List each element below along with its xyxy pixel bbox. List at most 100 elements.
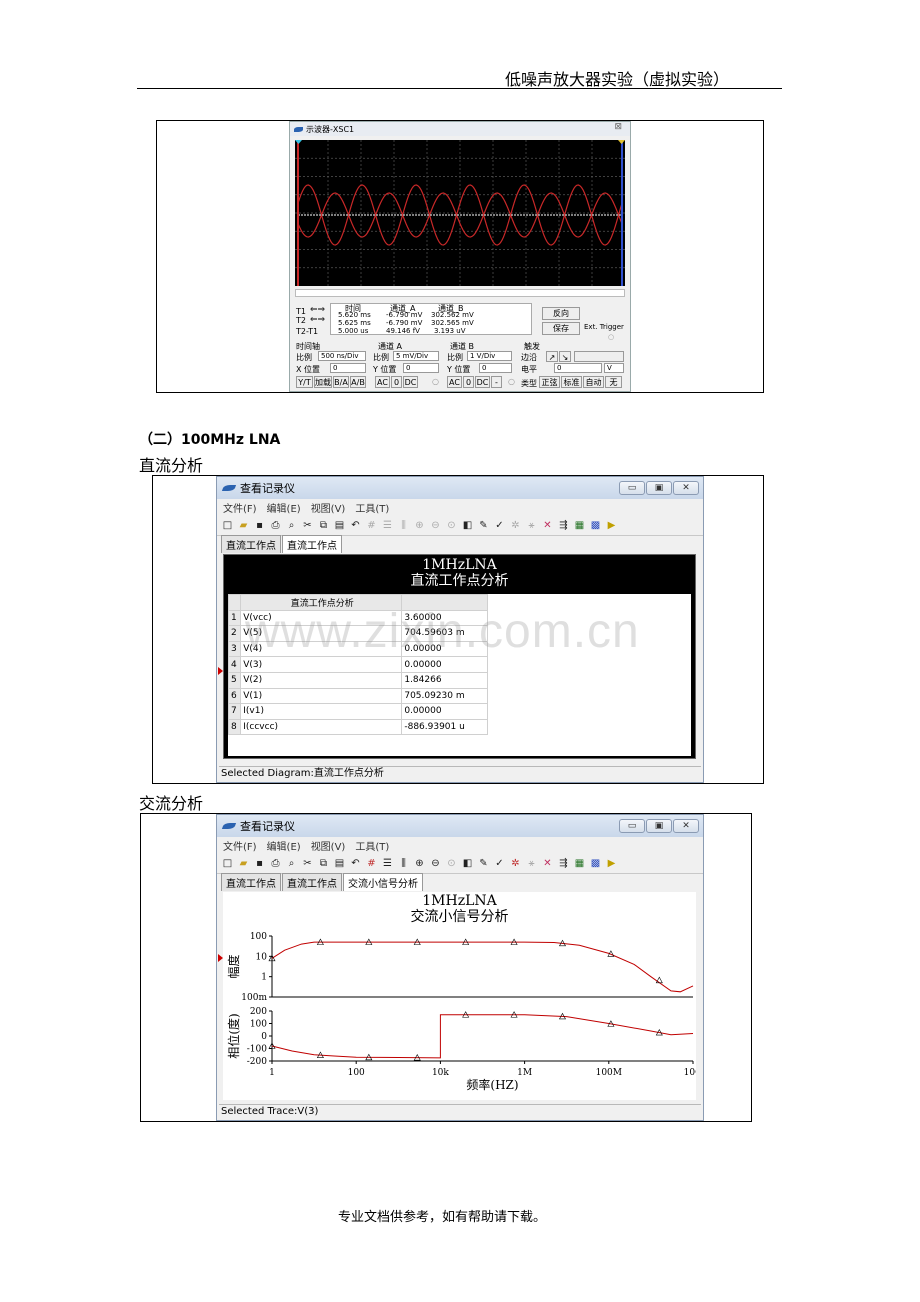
tab-dc-op-2[interactable]: 直流工作点: [282, 873, 342, 891]
close-button[interactable]: ✕: [673, 819, 699, 833]
grid-icon[interactable]: #: [365, 519, 378, 532]
cursors-icon[interactable]: ⫼: [397, 857, 410, 870]
zoom-out-icon[interactable]: ⊖: [429, 857, 442, 870]
menu-tools[interactable]: 工具(T): [355, 838, 389, 853]
table-row[interactable]: 5 V(2) 1.84266: [228, 671, 488, 689]
ba-button[interactable]: B/A: [333, 376, 349, 388]
merge-icon[interactable]: ⚹: [525, 857, 538, 870]
cha-radio[interactable]: ○: [432, 377, 439, 386]
save-button[interactable]: 保存: [542, 322, 580, 335]
t1-arrow-buttons[interactable]: ⇐⇒: [310, 305, 325, 315]
maximize-button[interactable]: ▣: [646, 819, 672, 833]
undo-icon[interactable]: ↶: [349, 519, 362, 532]
toggle-bg-icon[interactable]: ◧: [461, 857, 474, 870]
zoom-fit-icon[interactable]: ⊙: [445, 519, 458, 532]
table-row[interactable]: 8 I(ccvcc) -886.93901 u: [228, 718, 488, 736]
copy-icon[interactable]: ⧉: [317, 857, 330, 870]
grid-icon[interactable]: #: [365, 857, 378, 870]
menu-view[interactable]: 视图(V): [311, 838, 346, 853]
open-icon[interactable]: ▰: [237, 857, 250, 870]
paste-icon[interactable]: ▤: [333, 857, 346, 870]
maximize-button[interactable]: ▣: [646, 481, 672, 495]
chb-zero-button[interactable]: 0: [463, 376, 474, 388]
legend-icon[interactable]: ☰: [381, 519, 394, 532]
run-icon[interactable]: ▶: [605, 519, 618, 532]
transfer-icon[interactable]: ✕: [541, 519, 554, 532]
menu-edit[interactable]: 编辑(E): [267, 838, 301, 853]
ab-button[interactable]: A/B: [350, 376, 366, 388]
select-marks-icon[interactable]: ✓: [493, 519, 506, 532]
open-icon[interactable]: ▰: [237, 519, 250, 532]
chb-radio[interactable]: ○: [508, 377, 515, 386]
mathcad-icon[interactable]: ▩: [589, 519, 602, 532]
export-icon[interactable]: ⇶: [557, 519, 570, 532]
yt-button[interactable]: Y/T: [296, 376, 313, 388]
trace-props-icon[interactable]: ✎: [477, 519, 490, 532]
save-icon[interactable]: ▪: [253, 519, 266, 532]
trigger-source-buttons[interactable]: [574, 351, 624, 362]
falling-edge-icon[interactable]: ↘: [559, 351, 571, 362]
overlay-icon[interactable]: ✲: [509, 519, 522, 532]
chb-ac-button[interactable]: AC: [447, 376, 462, 388]
paste-icon[interactable]: ▤: [333, 519, 346, 532]
cha-ac-button[interactable]: AC: [375, 376, 390, 388]
normal-button[interactable]: 标准: [561, 376, 582, 388]
toggle-bg-icon[interactable]: ◧: [461, 519, 474, 532]
trigger-level-field[interactable]: 0: [554, 363, 602, 373]
excel-icon[interactable]: ▦: [573, 519, 586, 532]
print-icon[interactable]: ⎙: [269, 519, 282, 532]
menu-edit[interactable]: 编辑(E): [267, 500, 301, 515]
cha-zero-button[interactable]: 0: [391, 376, 402, 388]
menu-tools[interactable]: 工具(T): [355, 500, 389, 515]
minimize-button[interactable]: ▭: [619, 481, 645, 495]
copy-icon[interactable]: ⧉: [317, 519, 330, 532]
tab-dc-op-2[interactable]: 直流工作点: [282, 535, 342, 553]
t2-arrow-buttons[interactable]: ⇐⇒: [310, 315, 325, 325]
print-preview-icon[interactable]: ⌕: [285, 519, 298, 532]
close-icon[interactable]: ⊠: [614, 122, 622, 132]
close-button[interactable]: ✕: [673, 481, 699, 495]
overlay-icon[interactable]: ✲: [509, 857, 522, 870]
zoom-out-icon[interactable]: ⊖: [429, 519, 442, 532]
table-row[interactable]: 4 V(3) 0.00000: [228, 656, 488, 673]
cha-pos-field[interactable]: 0: [403, 363, 439, 373]
ext-trigger-radio[interactable]: ○: [608, 333, 614, 341]
transfer-icon[interactable]: ✕: [541, 857, 554, 870]
legend-icon[interactable]: ☰: [381, 857, 394, 870]
minimize-button[interactable]: ▭: [619, 819, 645, 833]
select-marks-icon[interactable]: ✓: [493, 857, 506, 870]
print-preview-icon[interactable]: ⌕: [285, 857, 298, 870]
zoom-in-icon[interactable]: ⊕: [413, 519, 426, 532]
rising-edge-icon[interactable]: ↗: [546, 351, 558, 362]
zoom-fit-icon[interactable]: ⊙: [445, 857, 458, 870]
merge-icon[interactable]: ⚹: [525, 519, 538, 532]
save-icon[interactable]: ▪: [253, 857, 266, 870]
sine-button[interactable]: 正弦: [539, 376, 560, 388]
chb-dc-button[interactable]: DC: [475, 376, 490, 388]
chb-scale-field[interactable]: 1 V/Div: [467, 351, 512, 361]
cha-dc-button[interactable]: DC: [403, 376, 418, 388]
new-icon[interactable]: □: [221, 519, 234, 532]
none-button[interactable]: 无: [605, 376, 622, 388]
tab-dc-op-1[interactable]: 直流工作点: [221, 535, 281, 553]
excel-icon[interactable]: ▦: [573, 857, 586, 870]
cut-icon[interactable]: ✂: [301, 519, 314, 532]
trace-props-icon[interactable]: ✎: [477, 857, 490, 870]
auto-button[interactable]: 自动: [583, 376, 604, 388]
export-icon[interactable]: ⇶: [557, 857, 570, 870]
print-icon[interactable]: ⎙: [269, 857, 282, 870]
cursors-icon[interactable]: ⫼: [397, 519, 410, 532]
zoom-in-icon[interactable]: ⊕: [413, 857, 426, 870]
tab-ac-small-signal[interactable]: 交流小信号分析: [343, 873, 423, 891]
scope-scrollbar[interactable]: [295, 289, 625, 297]
menu-file[interactable]: 文件(F): [223, 838, 257, 853]
cha-scale-field[interactable]: 5 mV/Div: [393, 351, 439, 361]
menu-view[interactable]: 视图(V): [311, 500, 346, 515]
table-row[interactable]: 6 V(1) 705.09230 m: [228, 687, 488, 705]
load-button[interactable]: 加载: [314, 376, 332, 388]
table-row[interactable]: 7 I(v1) 0.00000: [228, 703, 488, 720]
undo-icon[interactable]: ↶: [349, 857, 362, 870]
timebase-pos-field[interactable]: 0: [330, 363, 366, 373]
new-icon[interactable]: □: [221, 857, 234, 870]
tab-dc-op-1[interactable]: 直流工作点: [221, 873, 281, 891]
